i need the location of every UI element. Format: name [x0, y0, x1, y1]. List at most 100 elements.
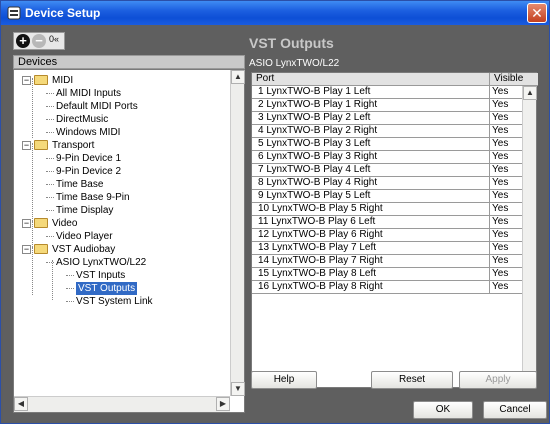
remove-device-button[interactable]: −	[32, 34, 46, 48]
visible-cell[interactable]: Yes	[490, 164, 522, 177]
port-name-cell[interactable]: 10 LynxTWO-B Play 5 Right	[252, 203, 490, 216]
device-tree-horizontal-scrollbar[interactable]: ◀ ▶	[14, 396, 230, 412]
tree-item[interactable]: 9-Pin Device 1	[56, 152, 121, 165]
window-title: Device Setup	[25, 6, 101, 20]
table-row[interactable]: 6 LynxTWO-B Play 3 Right Yes	[252, 151, 522, 164]
tree-item[interactable]: VST Inputs	[76, 269, 125, 282]
port-name-cell[interactable]: 2 LynxTWO-B Play 1 Right	[252, 99, 490, 112]
table-row[interactable]: 4 LynxTWO-B Play 2 Right Yes	[252, 125, 522, 138]
table-row[interactable]: 13 LynxTWO-B Play 7 Left Yes	[252, 242, 522, 255]
tree-expander-icon[interactable]: −	[22, 76, 31, 85]
tree-connector	[46, 210, 54, 211]
tree-item[interactable]: Video Player	[56, 230, 113, 243]
visible-cell[interactable]: Yes	[490, 242, 522, 255]
tree-connector	[46, 106, 54, 107]
visible-cell[interactable]: Yes	[490, 190, 522, 203]
reset-button[interactable]: Reset	[371, 371, 453, 389]
tree-item[interactable]: Time Display	[56, 204, 113, 217]
port-name-cell[interactable]: 8 LynxTWO-B Play 4 Right	[252, 177, 490, 190]
port-name-cell[interactable]: 9 LynxTWO-B Play 5 Left	[252, 190, 490, 203]
port-name-cell[interactable]: 12 LynxTWO-B Play 6 Right	[252, 229, 490, 242]
tree-connector	[46, 236, 54, 237]
visible-cell[interactable]: Yes	[490, 99, 522, 112]
port-name-cell[interactable]: 14 LynxTWO-B Play 7 Right	[252, 255, 490, 268]
tree-item[interactable]: Time Base	[56, 178, 103, 191]
tree-connector	[46, 158, 54, 159]
port-name-cell[interactable]: 4 LynxTWO-B Play 2 Right	[252, 125, 490, 138]
tree-item[interactable]: VST System Link	[76, 295, 153, 308]
visible-cell[interactable]: Yes	[490, 177, 522, 190]
apply-button[interactable]: Apply	[459, 371, 537, 389]
cancel-button[interactable]: Cancel	[483, 401, 547, 419]
visible-cell[interactable]: Yes	[490, 255, 522, 268]
table-vertical-scrollbar[interactable]: ▲ ▼	[522, 86, 537, 387]
table-row[interactable]: 3 LynxTWO-B Play 2 Left Yes	[252, 112, 522, 125]
port-name-cell[interactable]: 16 LynxTWO-B Play 8 Right	[252, 281, 490, 294]
column-header-port[interactable]: Port	[252, 73, 490, 86]
port-name-cell[interactable]: 3 LynxTWO-B Play 2 Left	[252, 112, 490, 125]
reset-devices-button[interactable]: 0«	[49, 34, 59, 44]
title-bar[interactable]: Device Setup ✕	[1, 1, 549, 25]
tree-folder[interactable]: VST Audiobay	[52, 243, 115, 256]
tree-item[interactable]: DirectMusic	[56, 113, 108, 126]
tree-item[interactable]: Time Base 9-Pin	[56, 191, 130, 204]
scroll-up-arrow-icon[interactable]: ▲	[231, 70, 245, 84]
tree-expander-icon[interactable]: −	[22, 141, 31, 150]
scroll-left-arrow-icon[interactable]: ◀	[14, 397, 28, 411]
visible-cell[interactable]: Yes	[490, 203, 522, 216]
table-row[interactable]: 11 LynxTWO-B Play 6 Left Yes	[252, 216, 522, 229]
table-row[interactable]: 12 LynxTWO-B Play 6 Right Yes	[252, 229, 522, 242]
table-row[interactable]: 9 LynxTWO-B Play 5 Left Yes	[252, 190, 522, 203]
app-icon	[7, 6, 21, 20]
table-row[interactable]: 1 LynxTWO-B Play 1 Left Yes	[252, 86, 522, 99]
device-setup-window: Device Setup ✕ + − 0« Devices − MIDI All M…	[0, 0, 550, 424]
add-device-button[interactable]: +	[16, 34, 30, 48]
tree-item[interactable]: ASIO LynxTWO/L22	[56, 256, 146, 269]
ok-button[interactable]: OK	[413, 401, 473, 419]
table-row[interactable]: 7 LynxTWO-B Play 4 Left Yes	[252, 164, 522, 177]
visible-cell[interactable]: Yes	[490, 86, 522, 99]
tree-item[interactable]: 9-Pin Device 2	[56, 165, 121, 178]
table-row[interactable]: 14 LynxTWO-B Play 7 Right Yes	[252, 255, 522, 268]
tree-folder[interactable]: MIDI	[52, 74, 73, 87]
table-row[interactable]: 2 LynxTWO-B Play 1 Right Yes	[252, 99, 522, 112]
scroll-right-arrow-icon[interactable]: ▶	[216, 397, 230, 411]
tree-expander-icon[interactable]: −	[22, 245, 31, 254]
help-button[interactable]: Help	[251, 371, 317, 389]
visible-cell[interactable]: Yes	[490, 268, 522, 281]
visible-cell[interactable]: Yes	[490, 229, 522, 242]
visible-cell[interactable]: Yes	[490, 216, 522, 229]
tree-folder[interactable]: Transport	[52, 139, 94, 152]
tree-folder[interactable]: Video	[52, 217, 77, 230]
tree-item[interactable]: All MIDI Inputs	[56, 87, 121, 100]
scroll-up-arrow-icon[interactable]: ▲	[523, 86, 537, 100]
port-name-cell[interactable]: 11 LynxTWO-B Play 6 Left	[252, 216, 490, 229]
port-name-cell[interactable]: 13 LynxTWO-B Play 7 Left	[252, 242, 490, 255]
port-name-cell[interactable]: 1 LynxTWO-B Play 1 Left	[252, 86, 490, 99]
table-row[interactable]: 15 LynxTWO-B Play 8 Left Yes	[252, 268, 522, 281]
visible-cell[interactable]: Yes	[490, 125, 522, 138]
tree-item[interactable]: VST Outputs	[76, 282, 138, 295]
table-row[interactable]: 5 LynxTWO-B Play 3 Left Yes	[252, 138, 522, 151]
tree-item[interactable]: Windows MIDI	[56, 126, 120, 139]
table-row[interactable]: 8 LynxTWO-B Play 4 Right Yes	[252, 177, 522, 190]
column-header-visible[interactable]: Visible	[490, 73, 538, 86]
table-row[interactable]: 16 LynxTWO-B Play 8 Right Yes	[252, 281, 522, 294]
table-row[interactable]: 10 LynxTWO-B Play 5 Right Yes	[252, 203, 522, 216]
tree-item[interactable]: Default MIDI Ports	[56, 100, 138, 113]
port-name-cell[interactable]: 6 LynxTWO-B Play 3 Right	[252, 151, 490, 164]
tree-expander-icon[interactable]: −	[22, 219, 31, 228]
port-name-cell[interactable]: 7 LynxTWO-B Play 4 Left	[252, 164, 490, 177]
tree-connector	[46, 184, 54, 185]
visible-cell[interactable]: Yes	[490, 112, 522, 125]
visible-cell[interactable]: Yes	[490, 138, 522, 151]
visible-cell[interactable]: Yes	[490, 151, 522, 164]
close-button[interactable]: ✕	[527, 3, 547, 23]
scroll-down-arrow-icon[interactable]: ▼	[231, 382, 245, 396]
port-name-cell[interactable]: 5 LynxTWO-B Play 3 Left	[252, 138, 490, 151]
panel-title: VST Outputs	[249, 35, 334, 51]
device-tree-vertical-scrollbar[interactable]: ▲ ▼	[230, 70, 245, 396]
port-name-cell[interactable]: 15 LynxTWO-B Play 8 Left	[252, 268, 490, 281]
devices-header: Devices	[13, 55, 245, 69]
visible-cell[interactable]: Yes	[490, 281, 522, 294]
